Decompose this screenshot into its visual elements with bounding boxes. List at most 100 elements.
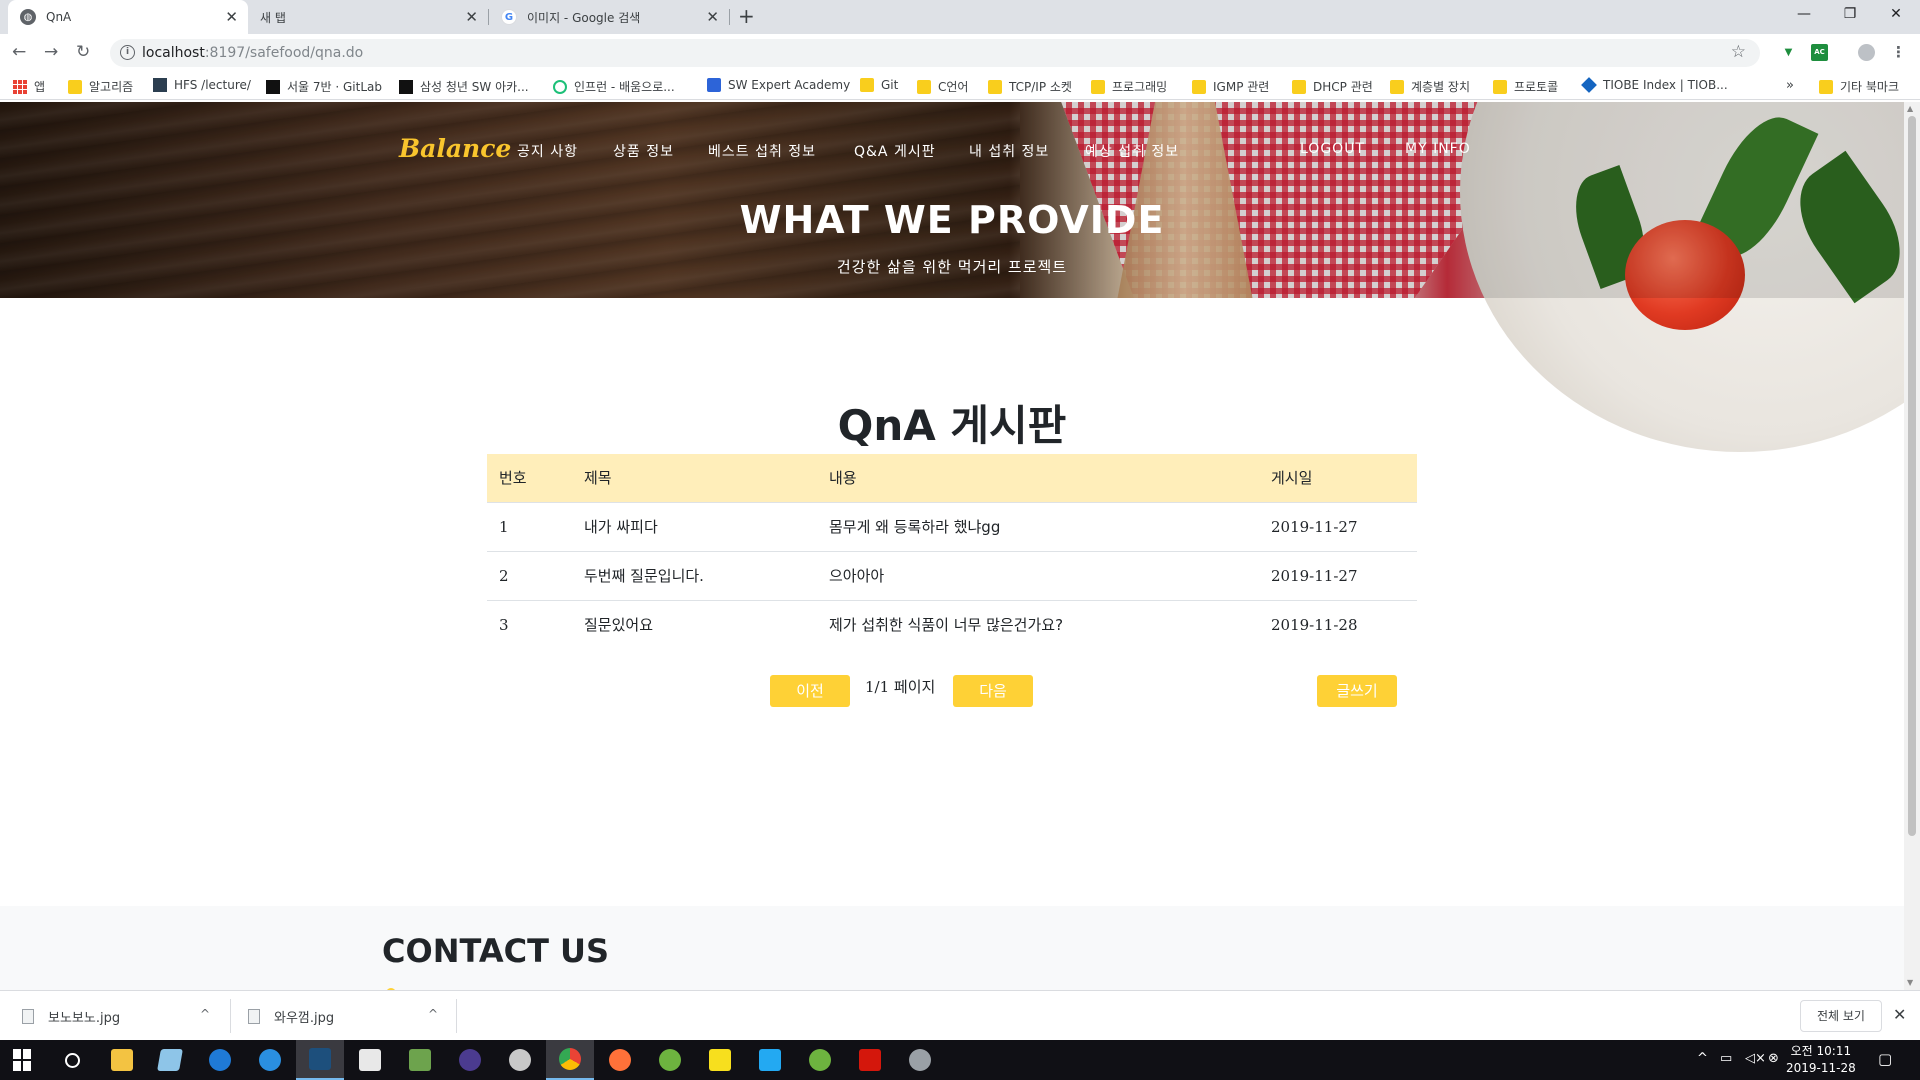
bookmarks-bar: 앱 알고리즘 HFS /lecture/ 서울 7반 · GitLab 삼성 청… [0,72,1920,100]
site-info-icon[interactable]: i [120,45,135,60]
page-scrollbar[interactable]: ▲ ▼ [1904,102,1920,990]
volume-muted-icon[interactable]: ◁× [1745,1051,1766,1067]
scrollbar-thumb[interactable] [1908,116,1916,836]
taskbar-app[interactable] [296,1040,344,1080]
taskbar-app[interactable] [196,1040,244,1080]
nav-products[interactable]: 상품 정보 [613,141,674,161]
search-button[interactable] [48,1040,96,1080]
folder-icon [1192,79,1206,94]
taskbar-app[interactable] [346,1040,394,1080]
nav-expected-intake[interactable]: 예상 섭취 정보 [1085,141,1179,161]
taskbar-app[interactable] [646,1040,694,1080]
minimize-button[interactable]: — [1784,3,1824,25]
bookmark-link[interactable]: TIOBE Index | TIOB... [1581,77,1728,93]
vue-devtools-icon[interactable]: ▼ [1780,44,1797,61]
brand-logo[interactable]: Balance [399,134,511,163]
nav-best-intake[interactable]: 베스트 섭취 정보 [708,141,816,161]
taskbar-app[interactable] [396,1040,444,1080]
clock-date: 2019-11-28 [1786,1061,1856,1075]
bookmark-folder[interactable]: IGMP 관련 [1192,78,1269,95]
reload-icon[interactable]: ↻ [76,42,90,62]
start-button[interactable] [0,1040,48,1080]
prev-page-button[interactable]: 이전 [770,675,850,707]
bookmark-folder[interactable]: C언어 [917,78,968,95]
taskbar-app[interactable] [596,1040,644,1080]
column-header-date: 게시일 [1259,454,1417,502]
bookmark-label: C언어 [938,80,969,94]
tray-overflow-icon[interactable]: ^ [1697,1051,1708,1067]
download-item[interactable]: 보노보노.jpg ^ [22,991,222,1041]
back-arrow-icon[interactable]: ← [12,42,26,62]
table-row[interactable]: 2 두번째 질문입니다. 으아아아 2019-11-27 [487,550,1417,600]
close-tab-icon[interactable]: ✕ [225,9,238,25]
cell-title[interactable]: 내가 싸피다 [572,501,817,551]
close-tab-icon[interactable]: ✕ [706,9,719,25]
cell-title[interactable]: 두번째 질문입니다. [572,550,817,600]
bookmark-folder[interactable]: 프로토콜 [1493,78,1558,95]
close-downloads-icon[interactable]: ✕ [1893,1005,1906,1024]
restore-button[interactable]: ❐ [1830,3,1870,25]
extension-icon[interactable]: AC [1811,44,1828,61]
taskbar-app[interactable] [696,1040,744,1080]
taskbar-app[interactable] [496,1040,544,1080]
nav-notice[interactable]: 공지 사항 [517,141,578,161]
nav-my-info[interactable]: MY INFO [1405,141,1471,157]
taskbar-app[interactable] [246,1040,294,1080]
scroll-down-arrow-icon[interactable]: ▼ [1907,978,1913,987]
chevron-up-icon[interactable]: ^ [428,1007,438,1021]
profile-avatar-icon[interactable] [1858,44,1875,61]
scroll-up-arrow-icon[interactable]: ▲ [1907,104,1913,113]
download-item[interactable]: 와우껌.jpg ^ [248,991,448,1041]
bookmark-folder[interactable]: 계층별 장치 [1390,78,1470,95]
taskbar-app[interactable] [746,1040,794,1080]
table-row[interactable]: 1 내가 싸피다 몸무게 왜 등록하라 했냐gg 2019-11-27 [487,501,1417,551]
bookmark-star-icon[interactable]: ☆ [1731,42,1746,62]
bookmark-folder[interactable]: 알고리즘 [68,78,133,95]
network-icon[interactable]: ▭ [1720,1051,1732,1067]
chevron-up-icon[interactable]: ^ [200,1007,210,1021]
close-window-button[interactable]: ✕ [1876,3,1916,25]
bookmark-folder[interactable]: DHCP 관련 [1292,78,1373,95]
taskbar-app[interactable] [796,1040,844,1080]
bookmark-link[interactable]: 인프런 - 배움으로... [553,78,675,95]
write-post-button[interactable]: 글쓰기 [1317,675,1397,707]
bookmark-folder[interactable]: TCP/IP 소켓 [988,78,1072,95]
menu-kebab-icon[interactable]: ⋮ [1890,44,1907,61]
bookmark-apps[interactable]: 앱 [13,78,45,95]
bookmarks-overflow-button[interactable]: » [1786,78,1794,93]
tab-google-images[interactable]: G 이미지 - Google 검색 ✕ [489,0,729,34]
tab-qna[interactable]: ◍ QnA ✕ [8,0,248,34]
other-bookmarks[interactable]: 기타 북마크 [1819,78,1899,95]
taskbar-app[interactable] [98,1040,146,1080]
bookmark-link[interactable]: 삼성 청년 SW 아카... [399,78,529,95]
table-row[interactable]: 3 질문있어요 제가 섭취한 식품이 너무 많은건가요? 2019-11-28 [487,599,1417,649]
cell-title[interactable]: 질문있어요 [572,599,817,649]
forward-arrow-icon[interactable]: → [44,42,58,62]
new-tab-button[interactable]: + [738,5,755,27]
bookmark-link[interactable]: HFS /lecture/ [153,78,251,92]
bookmark-folder[interactable]: Git [860,78,898,92]
sticky-notes-icon [709,1049,731,1071]
nav-qna[interactable]: Q&A 게시판 [854,141,936,161]
bookmark-link[interactable]: 서울 7반 · GitLab [266,78,382,95]
tab-new-tab[interactable]: 새 탭 ✕ [248,0,488,34]
close-tab-icon[interactable]: ✕ [465,9,478,25]
nav-logout[interactable]: LOGOUT [1300,141,1365,157]
bookmark-label: 삼성 청년 SW 아카... [420,80,529,94]
bookmark-folder[interactable]: 프로그래밍 [1091,78,1167,95]
notification-blocked-icon[interactable]: ⊗ [1768,1051,1779,1067]
bookmark-link[interactable]: SW Expert Academy [707,78,850,92]
taskbar-app[interactable] [446,1040,494,1080]
action-center-icon[interactable]: ▢ [1878,1051,1892,1067]
cell-content: 몸무게 왜 등록하라 했냐gg [817,501,1259,551]
show-all-downloads-button[interactable]: 전체 보기 [1800,1000,1882,1032]
system-clock[interactable]: 오전 10:11 2019-11-28 [1786,1043,1856,1077]
taskbar-app[interactable] [546,1040,594,1080]
taskbar-app[interactable] [896,1040,944,1080]
address-bar[interactable]: i localhost:8197/safefood/qna.do ☆ [110,39,1760,67]
taskbar-app[interactable] [146,1040,194,1080]
nav-my-intake[interactable]: 내 섭취 정보 [969,141,1049,161]
taskbar-app[interactable] [846,1040,894,1080]
bookmark-label: HFS /lecture/ [174,78,251,92]
next-page-button[interactable]: 다음 [953,675,1033,707]
